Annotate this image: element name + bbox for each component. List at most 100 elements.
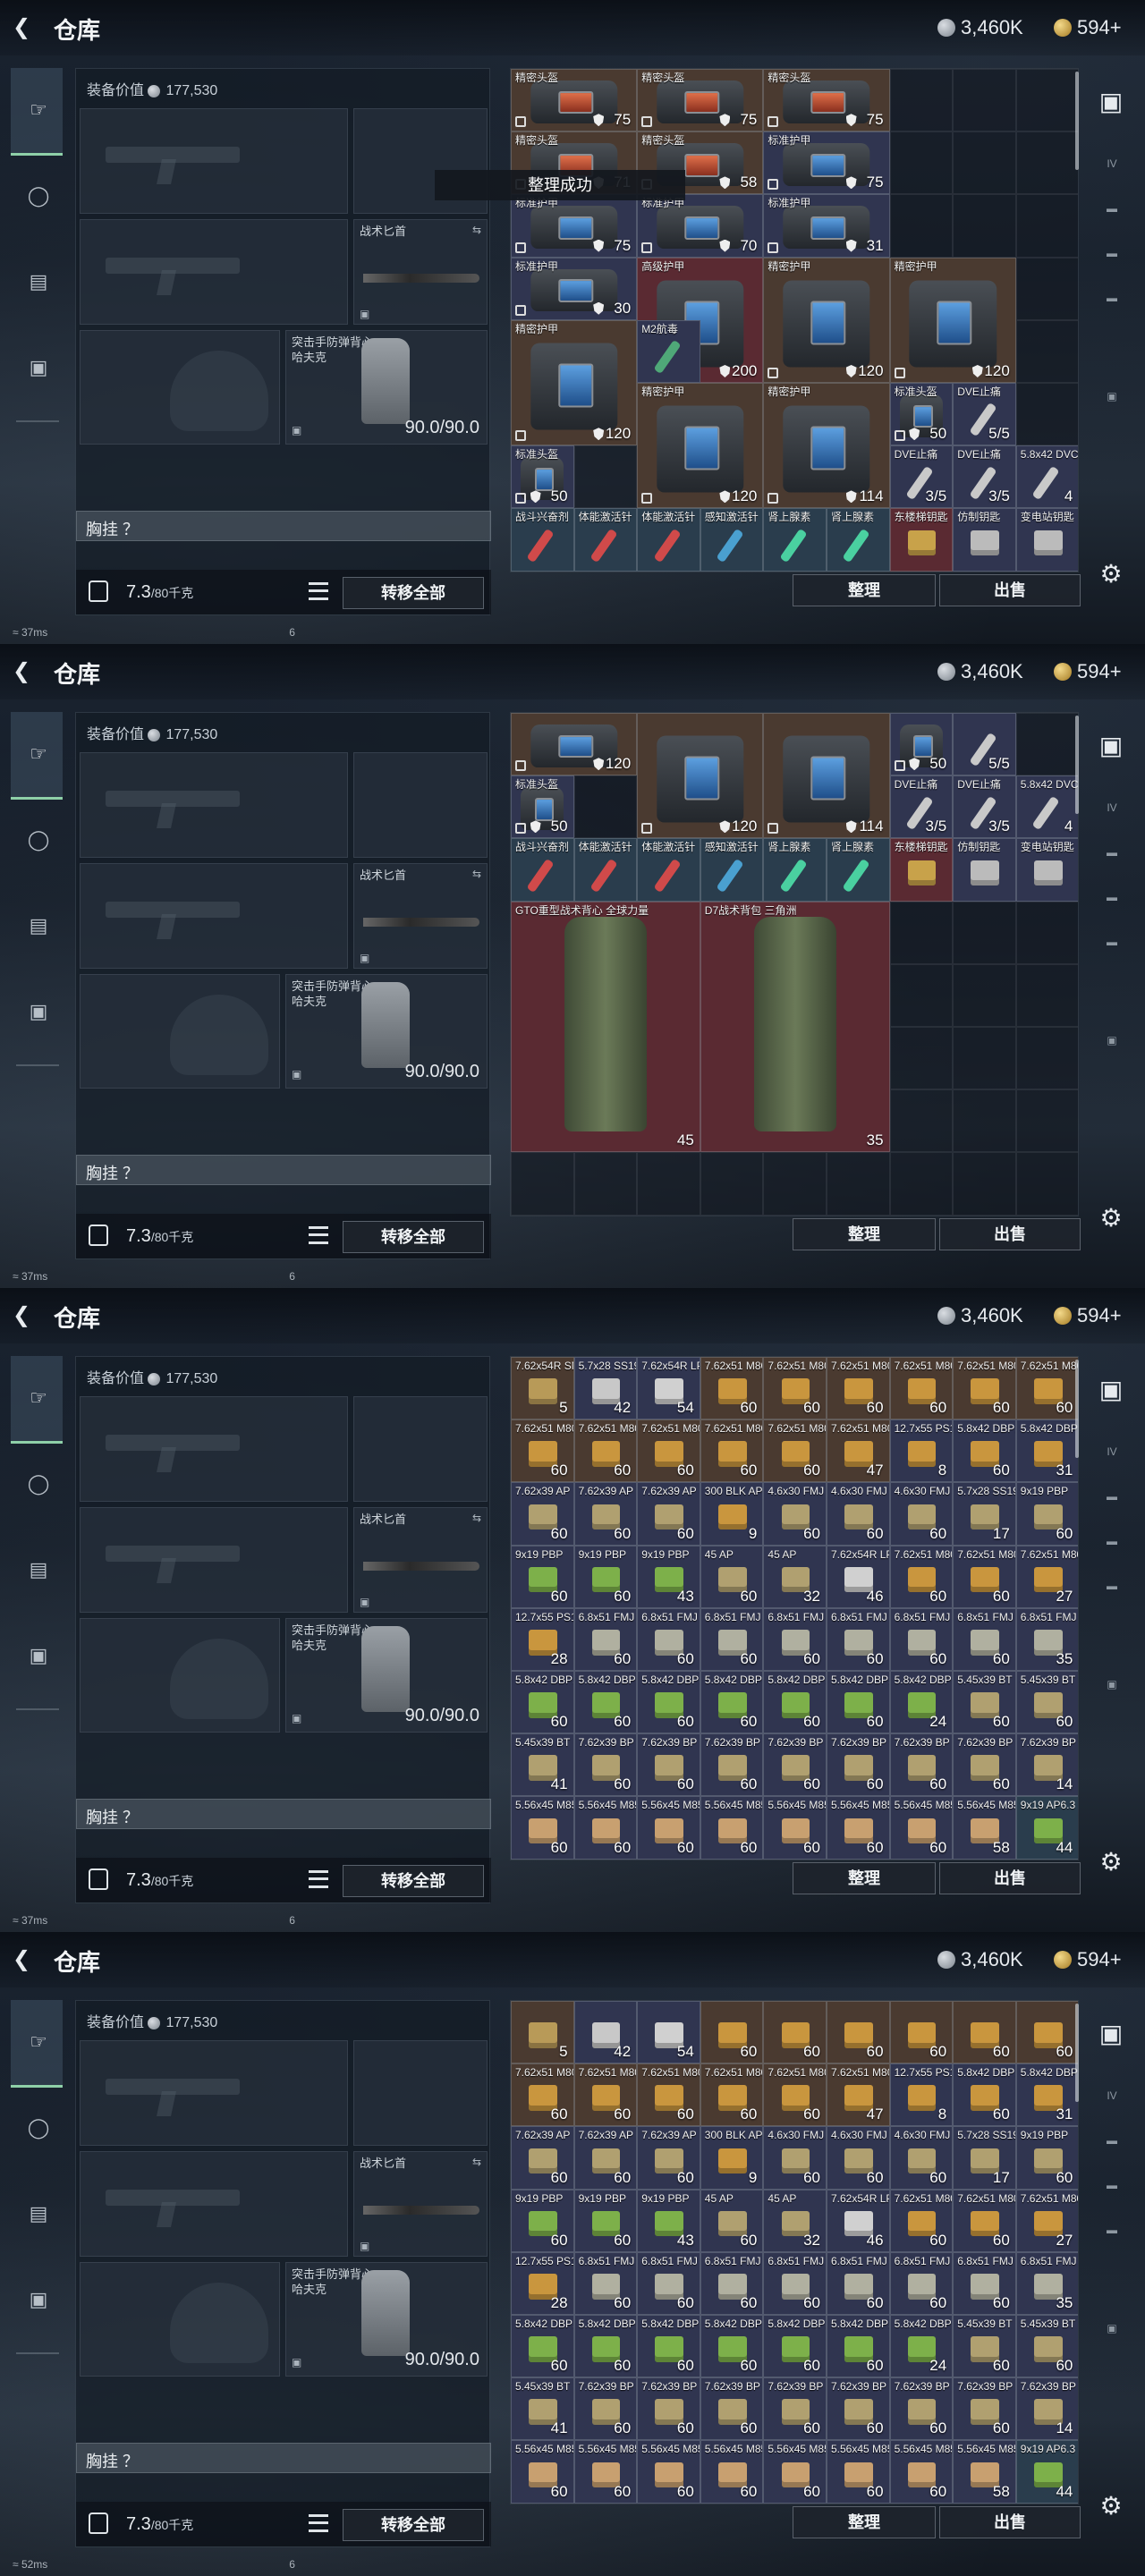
- inventory-item[interactable]: 6.8x51 FMJ 60: [573, 2251, 638, 2315]
- empty-slot[interactable]: [511, 1152, 574, 1216]
- transfer-all-button[interactable]: 转移全部: [343, 1221, 484, 1253]
- inventory-item[interactable]: 精密护甲 114: [763, 383, 890, 509]
- inventory-item[interactable]: 7.62x51 M80 60: [700, 1419, 764, 1483]
- inventory-item[interactable]: 5.8x42 DBP10 60: [637, 1671, 700, 1734]
- empty-slot[interactable]: [763, 1152, 827, 1216]
- inventory-item[interactable]: 7.62x51 M80 60: [763, 1419, 827, 1483]
- inventory-item[interactable]: 精密护甲 120: [889, 257, 1016, 383]
- inventory-item[interactable]: DVE止痛 3/5: [953, 445, 1016, 509]
- stash-tab-iv[interactable]: IV: [1097, 801, 1127, 828]
- settings-gear-icon[interactable]: ⚙: [1095, 1202, 1127, 1234]
- inventory-item[interactable]: 肾上腺素: [827, 838, 890, 902]
- inventory-item[interactable]: 7.62x51 M80 60: [511, 1419, 574, 1483]
- secondary-weapon-slot[interactable]: [80, 1507, 348, 1613]
- inventory-item[interactable]: 7.62x51 M80 60: [763, 1357, 827, 1420]
- chest-rig-slot[interactable]: 胸挂 ？: [76, 511, 491, 541]
- inventory-item[interactable]: 7.62x39 BP 60: [953, 1733, 1016, 1797]
- stash-tab[interactable]: ▬: [1097, 1535, 1127, 1562]
- inventory-item[interactable]: 6.8x51 FMJ 60: [637, 1607, 700, 1671]
- inventory-item[interactable]: 9x19 PBP 43: [637, 2189, 700, 2252]
- inventory-item[interactable]: 7.62x54R LPS 46: [827, 2189, 890, 2252]
- list-icon[interactable]: [309, 2514, 328, 2532]
- inventory-item[interactable]: 9x19 PBP 60: [1015, 1482, 1078, 1546]
- helmet-slot[interactable]: [80, 974, 280, 1089]
- empty-slot[interactable]: [1015, 257, 1078, 320]
- stash-grid[interactable]: 7.62x54R SNB55.7x28 SS190427.62x54R LPS5…: [510, 1356, 1079, 1860]
- inventory-item[interactable]: GTO重型战术背心 全球力量 45: [511, 901, 700, 1153]
- inventory-item[interactable]: 东楼梯钥匙: [889, 508, 954, 572]
- inventory-item[interactable]: 54: [637, 2001, 700, 2064]
- inventory-item[interactable]: 7.62x39 BP 60: [953, 2377, 1016, 2441]
- inventory-item[interactable]: 7.62x51 M80 60: [889, 1357, 954, 1420]
- sidearm-slot[interactable]: [353, 2040, 488, 2146]
- inventory-item[interactable]: 战斗兴奋剂: [511, 838, 574, 902]
- inventory-item[interactable]: DVE止痛 3/5: [889, 445, 954, 509]
- inventory-item[interactable]: 7.62x39 BP 60: [889, 1733, 954, 1797]
- inventory-item[interactable]: 5.8x42 DBP10 60: [511, 2315, 574, 2378]
- inventory-item[interactable]: 肾上腺素: [763, 838, 827, 902]
- inventory-item[interactable]: 7.62x39 BP 60: [573, 1733, 638, 1797]
- inventory-item[interactable]: 标准护甲 70: [637, 194, 764, 258]
- inventory-item[interactable]: 60: [953, 2001, 1016, 2064]
- transfer-all-button[interactable]: 转移全部: [343, 2509, 484, 2541]
- inventory-item[interactable]: 7.62x51 M80 27: [1015, 2189, 1078, 2252]
- add-gold-icon[interactable]: +: [1110, 660, 1122, 682]
- sidebar-tab-bag[interactable]: ▣: [27, 1644, 50, 1667]
- inventory-item[interactable]: 5.56x45 M855A1 60: [573, 1796, 638, 1860]
- inventory-item[interactable]: 7.62x39 BP 60: [637, 1733, 700, 1797]
- inventory-item[interactable]: 60: [700, 2001, 764, 2064]
- vest-slot[interactable]: 突击手防弹背心 哈夫克 ▣ 90.0/90.0: [285, 974, 488, 1089]
- inventory-item[interactable]: 7.62x39 AP 60: [511, 1482, 574, 1546]
- secondary-weapon-slot[interactable]: [80, 219, 348, 325]
- inventory-item[interactable]: 6.8x51 FMJ 60: [827, 1607, 890, 1671]
- sort-button[interactable]: 整理: [793, 574, 936, 606]
- add-gold-icon[interactable]: +: [1110, 1948, 1122, 1970]
- empty-slot[interactable]: [953, 963, 1016, 1027]
- inventory-item[interactable]: 120: [637, 713, 764, 839]
- empty-slot[interactable]: [1015, 1152, 1078, 1216]
- inventory-item[interactable]: 5.56x45 M855A1 60: [700, 2440, 764, 2504]
- primary-weapon-slot[interactable]: [80, 752, 348, 858]
- chest-rig-slot[interactable]: 胸挂 ？: [76, 2443, 491, 2473]
- inventory-item[interactable]: 5: [511, 2001, 574, 2064]
- stash-tab[interactable]: ▬: [1097, 1490, 1127, 1517]
- empty-slot[interactable]: [889, 1152, 954, 1216]
- empty-slot[interactable]: [573, 445, 638, 509]
- stash-tab[interactable]: ▬: [1097, 2179, 1127, 2206]
- inventory-item[interactable]: 7.62x54R LPS 46: [827, 1545, 890, 1608]
- inventory-item[interactable]: 4.6x30 FMJ 60: [827, 2126, 890, 2190]
- inventory-item[interactable]: 7.62x51 M80 60: [953, 2189, 1016, 2252]
- inventory-item[interactable]: 5.7x28 SS190 17: [953, 1482, 1016, 1546]
- inventory-item[interactable]: 变电站钥匙: [1015, 838, 1078, 902]
- inventory-item[interactable]: 5.8x42 DBP10 24: [889, 2315, 954, 2378]
- inventory-item[interactable]: 9x19 PBP 60: [573, 2189, 638, 2252]
- stash-scrollbar[interactable]: [1075, 716, 1079, 814]
- inventory-item[interactable]: 9x19 PBP 60: [1015, 2126, 1078, 2190]
- empty-slot[interactable]: [953, 194, 1016, 258]
- inventory-item[interactable]: 60: [889, 2001, 954, 2064]
- inventory-item[interactable]: 7.62x39 BP 60: [827, 1733, 890, 1797]
- inventory-item[interactable]: DVE止痛 5/5: [953, 383, 1016, 446]
- empty-slot[interactable]: [1015, 713, 1078, 776]
- secondary-weapon-slot[interactable]: [80, 863, 348, 969]
- stash-home-icon[interactable]: ▣: [1095, 86, 1127, 118]
- inventory-item[interactable]: 5.45x39 BT 60: [1015, 2315, 1078, 2378]
- inventory-item[interactable]: 6.8x51 FMJ 60: [763, 1607, 827, 1671]
- inventory-item[interactable]: 标准头盔 50: [511, 445, 574, 509]
- stash-tab[interactable]: ▬: [1097, 247, 1127, 274]
- inventory-item[interactable]: 5.56x45 M855A1 60: [637, 2440, 700, 2504]
- inventory-item[interactable]: 4.6x30 FMJ 60: [889, 1482, 954, 1546]
- empty-slot[interactable]: [1015, 131, 1078, 195]
- inventory-item[interactable]: 标准头盔 50: [511, 775, 574, 839]
- inventory-item[interactable]: 5.8x42 DBP10 60: [827, 2315, 890, 2378]
- inventory-item[interactable]: 5.8x42 DBP10 31: [1015, 2063, 1078, 2127]
- inventory-item[interactable]: 7.62x51 M80 60: [953, 1357, 1016, 1420]
- inventory-item[interactable]: 5.8x42 DBP10 60: [953, 1419, 1016, 1483]
- inventory-item[interactable]: 5.56x45 M855A1 60: [827, 2440, 890, 2504]
- inventory-item[interactable]: 5.45x39 BT 41: [511, 2377, 574, 2441]
- inventory-item[interactable]: 6.8x51 FMJ 60: [827, 2251, 890, 2315]
- inventory-item[interactable]: 6.8x51 FMJ 60: [637, 2251, 700, 2315]
- sidebar-tab-items[interactable]: ▤: [27, 2202, 50, 2225]
- inventory-item[interactable]: 体能激活针: [637, 838, 700, 902]
- inventory-item[interactable]: 50: [889, 713, 954, 776]
